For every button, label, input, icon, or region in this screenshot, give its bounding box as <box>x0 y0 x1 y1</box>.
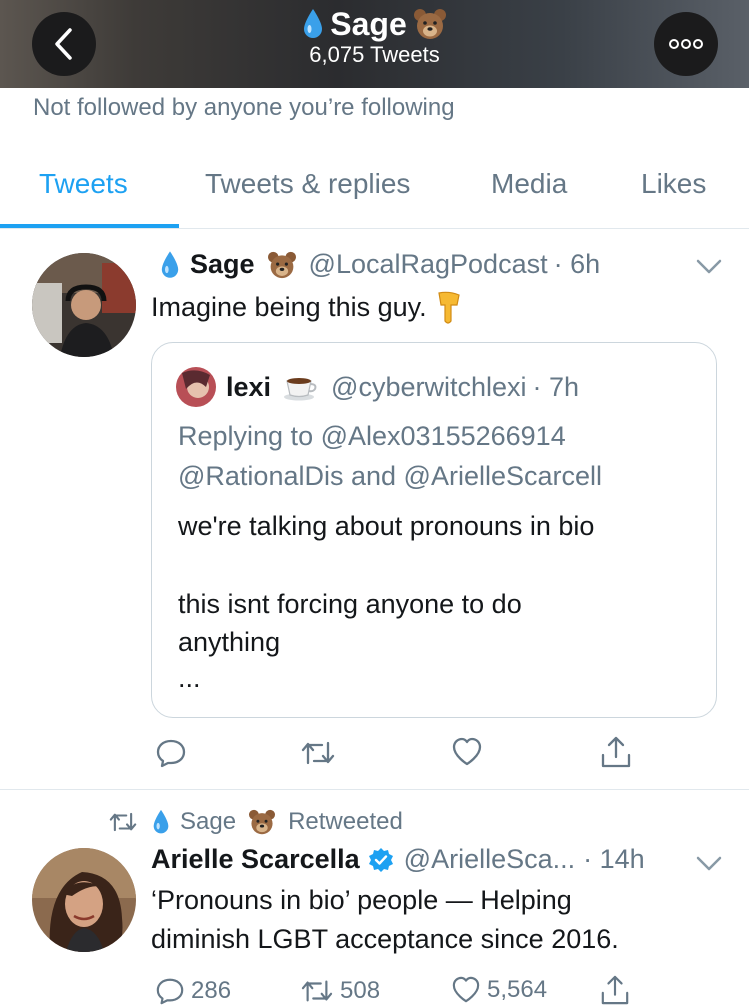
header-name: Sage <box>330 5 407 42</box>
like-button[interactable] <box>451 737 483 767</box>
author-handle[interactable]: @LocalRagPodcast <box>309 249 548 280</box>
author-name[interactable]: Sage <box>190 249 255 280</box>
avatar-image <box>32 253 136 357</box>
replying-to-mention[interactable]: @ArielleScarcell <box>404 461 602 492</box>
droplet-icon <box>161 250 179 278</box>
retweet-button[interactable] <box>300 737 336 769</box>
share-button[interactable] <box>600 735 632 769</box>
like-button[interactable]: 5,564 <box>451 976 547 1004</box>
bear-emoji-icon <box>249 809 276 835</box>
quoted-author-handle[interactable]: @cyberwitchlexi <box>331 372 526 403</box>
replying-to-mention[interactable]: @Alex03155266914 <box>321 421 566 452</box>
tab-media[interactable]: Media <box>491 168 567 200</box>
verified-badge-icon <box>368 847 393 872</box>
quoted-text-ellipsis: ... <box>178 663 201 693</box>
tweet-header: Arielle Scarcella @ArielleSca... · 14h <box>151 844 645 875</box>
tab-tweets[interactable]: Tweets <box>39 168 128 200</box>
pointing-down-emoji-icon <box>437 291 460 324</box>
share-button[interactable] <box>600 974 630 1006</box>
retweet-context: Sage Retweeted <box>108 808 403 836</box>
chevron-down-icon[interactable] <box>696 856 722 872</box>
share-icon <box>601 975 629 1005</box>
reply-button[interactable]: 286 <box>155 976 231 1006</box>
replying-to-line-2: @RationalDis and @ArielleScarcell <box>178 461 602 492</box>
heart-icon <box>452 976 480 1003</box>
replying-to-label: Replying to <box>178 421 314 451</box>
quoted-author-name[interactable]: lexi <box>226 372 271 403</box>
profile-header: Sage 6,075 Tweets <box>0 0 749 88</box>
retweeted-label: Retweeted <box>288 808 403 835</box>
reply-icon <box>156 739 186 768</box>
tweet-timestamp[interactable]: · 14h <box>583 844 645 875</box>
avatar[interactable] <box>32 848 136 952</box>
tweet-header: Sage @LocalRagPodcast · 6h <box>160 249 600 280</box>
profile-tabs: Tweets Tweets & replies Media Likes <box>0 150 749 229</box>
header-title-block: Sage 6,075 Tweets <box>0 2 749 68</box>
more-options-button[interactable] <box>654 12 718 76</box>
retweet-icon <box>301 980 333 1002</box>
droplet-icon <box>153 809 169 834</box>
bear-emoji-icon <box>267 251 296 278</box>
replying-to-and: and <box>343 461 404 491</box>
avatar-image <box>32 848 136 952</box>
reply-icon <box>156 978 184 1005</box>
quoted-tweet[interactable]: lexi @cyberwitchlexi · 7h Replying to @A… <box>151 342 717 718</box>
tweet-text: Imagine being this guy. <box>151 291 427 322</box>
author-handle[interactable]: @ArielleSca... <box>404 844 575 875</box>
quoted-tweet-header: lexi @cyberwitchlexi · 7h <box>176 367 579 407</box>
share-icon <box>601 736 631 768</box>
author-name[interactable]: Arielle Scarcella <box>151 844 360 875</box>
tweet-count: 6,075 Tweets <box>309 42 440 67</box>
coffee-emoji-icon <box>284 378 317 401</box>
bear-emoji-icon <box>413 9 446 39</box>
tweet[interactable]: Sage Retweeted Arielle Scarcella @Ariell… <box>0 790 749 1006</box>
more-dots-icon <box>669 39 703 49</box>
reply-button[interactable] <box>155 737 187 769</box>
tweet[interactable]: Sage @LocalRagPodcast · 6h Imagine being… <box>0 229 749 790</box>
quoted-avatar-image <box>176 367 216 407</box>
quoted-text-line: anything <box>178 627 281 657</box>
retweet-button[interactable]: 508 <box>300 976 380 1006</box>
quoted-text-line: we're talking about pronouns in bio <box>178 511 595 541</box>
tab-tweets-and-replies[interactable]: Tweets & replies <box>205 168 410 200</box>
retweet-icon <box>109 812 137 832</box>
followed-by-note: Not followed by anyone you’re following <box>33 94 455 121</box>
reply-count: 286 <box>191 977 232 1004</box>
active-tab-indicator <box>0 224 179 228</box>
retweeter-name[interactable]: Sage <box>180 808 236 836</box>
retweet-icon <box>301 741 335 765</box>
droplet-icon <box>304 9 323 38</box>
replying-to-mention[interactable]: @RationalDis <box>178 461 343 492</box>
quoted-avatar[interactable] <box>176 367 216 407</box>
avatar[interactable] <box>32 253 136 357</box>
tweet-text-line: ‘Pronouns in bio’ people — Helping <box>151 885 572 915</box>
quoted-text-line: this isnt forcing anyone to do <box>178 589 522 619</box>
retweet-count: 508 <box>340 977 381 1004</box>
tweet-text-row: Imagine being this guy. <box>151 289 463 325</box>
like-count: 5,564 <box>487 976 548 1003</box>
replying-to-line-1: Replying to @Alex03155266914 <box>178 421 566 452</box>
tab-likes[interactable]: Likes <box>641 168 706 200</box>
tweet-text-line: diminish LGBT acceptance since 2016. <box>151 924 619 954</box>
quoted-tweet-timestamp: · 7h <box>532 371 580 402</box>
chevron-down-icon[interactable] <box>696 259 722 275</box>
tweet-timestamp[interactable]: · 6h <box>554 249 601 280</box>
heart-icon <box>452 737 482 766</box>
